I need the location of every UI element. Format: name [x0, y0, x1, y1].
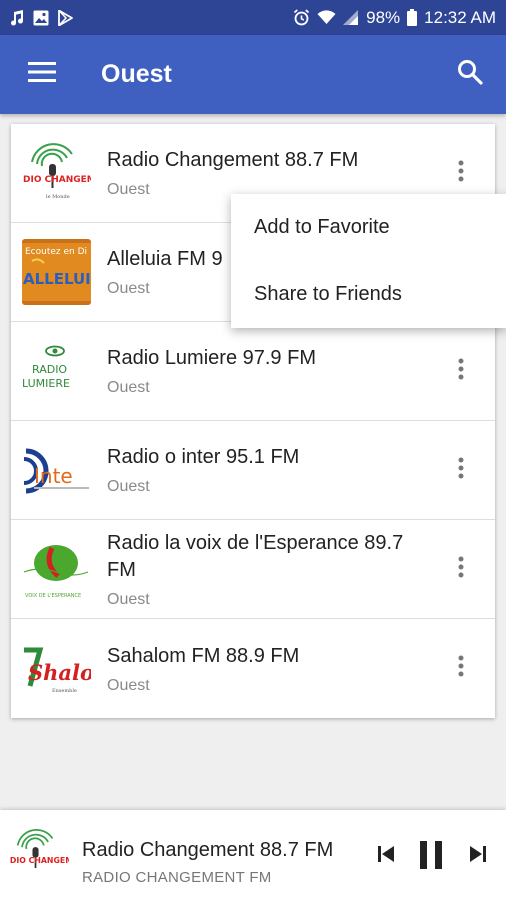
more-vert-icon — [458, 457, 464, 484]
logo-text: DIO CHANGEME — [10, 856, 69, 865]
more-options-button[interactable] — [449, 353, 473, 389]
svg-text:Ensemble: Ensemble — [52, 688, 77, 694]
play-store-icon — [58, 9, 73, 26]
status-bar: 98% 12:32 AM — [0, 0, 506, 35]
station-logo-radio-lumiere: RADIO LUMIERE — [22, 338, 91, 404]
station-logo-alleluia-fm: Ecoutez en Di ALLELUIA — [22, 239, 91, 305]
skip-previous-icon — [376, 844, 396, 869]
station-logo-radio-changement: DIO CHANGEME le Monde — [22, 140, 91, 206]
station-region: Ouest — [107, 590, 150, 608]
more-options-button[interactable] — [449, 452, 473, 488]
player-station-logo: DIO CHANGEME — [9, 825, 69, 885]
skip-next-button[interactable] — [468, 844, 488, 869]
pause-icon — [418, 841, 444, 874]
more-vert-icon — [458, 358, 464, 385]
station-name: Sahalom FM 88.9 FM — [107, 644, 300, 667]
skip-next-icon — [468, 844, 488, 869]
station-region: Ouest — [107, 478, 150, 495]
music-note-icon — [10, 9, 24, 26]
logo-text: RADIO — [32, 363, 67, 376]
signal-icon — [343, 10, 359, 25]
player-subtitle: RADIO CHANGEMENT FM — [82, 869, 272, 886]
gallery-icon — [33, 10, 49, 26]
battery-icon — [407, 9, 418, 26]
station-logo-radio-o-inter: Inte — [22, 437, 91, 503]
more-vert-icon — [458, 160, 464, 187]
station-name: Radio la voix de l'Esperance 89.7 FM — [107, 531, 404, 581]
wifi-icon — [317, 10, 336, 25]
app-bar: Ouest — [0, 35, 506, 114]
search-icon — [457, 59, 483, 90]
overflow-popup-menu: Add to Favorite Share to Friends — [231, 194, 506, 328]
more-options-button[interactable] — [449, 551, 473, 587]
svg-text:le Monde: le Monde — [46, 194, 70, 200]
clock: 12:32 AM — [424, 7, 496, 27]
station-name: Radio Lumiere 97.9 FM — [107, 347, 316, 369]
logo-text: ALLELUIA — [23, 270, 91, 288]
logo-text: Shalon — [28, 660, 91, 685]
search-button[interactable] — [446, 51, 494, 99]
pause-button[interactable] — [418, 841, 444, 874]
page-title: Ouest — [101, 60, 172, 88]
player-title: Radio Changement 88.7 FM — [82, 839, 334, 861]
logo-text-2: LUMIERE — [22, 377, 70, 390]
station-row-sahalom-fm[interactable]: Shalon Ensemble Sahalom FM 88.9 FM Ouest — [11, 619, 495, 718]
battery-percentage: 98% — [366, 7, 401, 27]
share-to-friends-menu-item[interactable]: Share to Friends — [231, 261, 506, 328]
station-logo-radio-la-voix: VOIX DE L'ESPERANCE — [22, 536, 91, 602]
more-vert-icon — [458, 556, 464, 583]
more-options-button[interactable] — [449, 651, 473, 687]
logo-text: VOIX DE L'ESPERANCE — [25, 593, 81, 599]
station-name: Radio Changement 88.7 FM — [107, 149, 359, 171]
skip-previous-button[interactable] — [376, 844, 396, 869]
logo-text: Inte — [34, 464, 73, 488]
station-row-radio-lumiere[interactable]: RADIO LUMIERE Radio Lumiere 97.9 FM Oues… — [11, 322, 495, 421]
station-region: Ouest — [107, 676, 150, 694]
station-logo-sahalom-fm: Shalon Ensemble — [22, 635, 91, 702]
station-region: Ouest — [107, 379, 150, 396]
logo-top-text: Ecoutez en Di — [25, 247, 87, 257]
hamburger-menu-icon — [28, 62, 56, 87]
more-vert-icon — [458, 655, 464, 682]
logo-text: DIO CHANGEME — [23, 175, 91, 185]
mini-player[interactable]: DIO CHANGEME Radio Changement 88.7 FM RA… — [0, 810, 506, 900]
menu-button[interactable] — [12, 45, 72, 105]
more-options-button[interactable] — [449, 155, 473, 191]
station-name: Radio o inter 95.1 FM — [107, 446, 300, 468]
add-to-favorite-menu-item[interactable]: Add to Favorite — [231, 194, 506, 261]
station-row-radio-la-voix[interactable]: VOIX DE L'ESPERANCE Radio la voix de l'E… — [11, 520, 495, 619]
alarm-icon — [293, 9, 310, 26]
station-row-radio-o-inter[interactable]: Inte Radio o inter 95.1 FM Ouest — [11, 421, 495, 520]
